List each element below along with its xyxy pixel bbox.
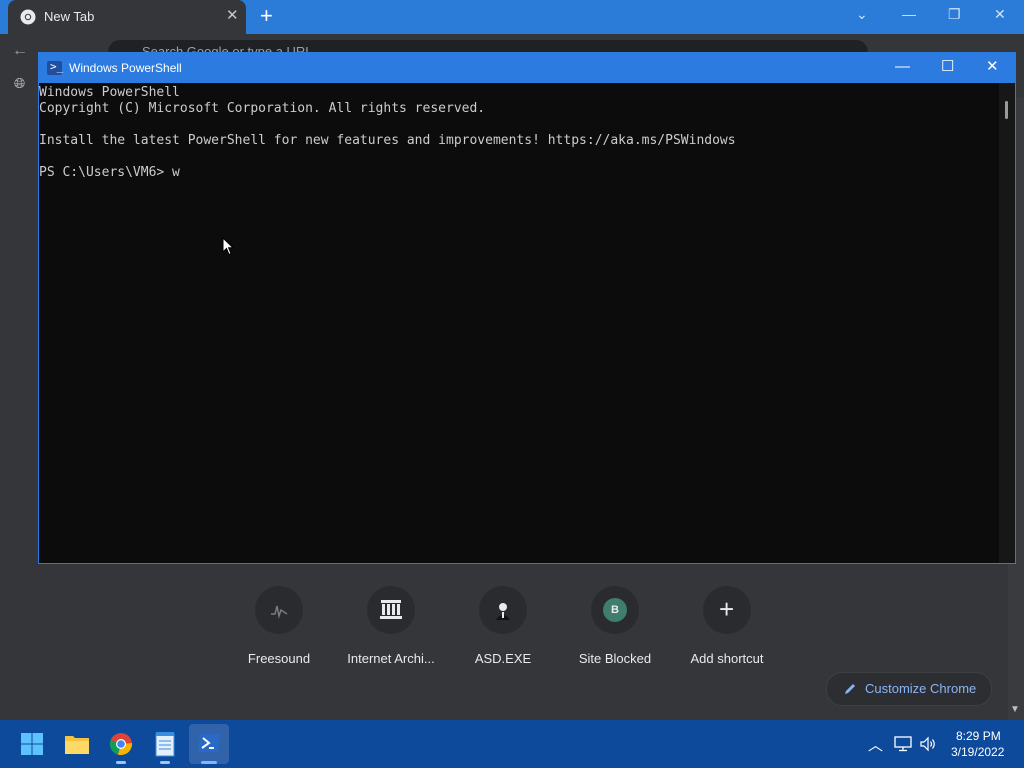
taskbar: ︿ [0,720,1024,768]
console-line: Install the latest PowerShell for new fe… [39,133,736,148]
new-tab-button[interactable]: + [260,4,273,28]
notepad-icon [155,732,175,757]
shortcut-label: Freesound [247,651,311,666]
pencil-icon [845,684,855,694]
shortcut-internet-archive[interactable]: Internet Archi... [336,586,446,676]
tray-overflow-chevron-icon[interactable]: ︿ [868,734,883,755]
powershell-minimize-button[interactable]: — [895,58,910,76]
powershell-icon: >_ [47,60,63,75]
start-button[interactable] [12,724,52,764]
chrome-close-button[interactable]: ✕ [994,6,1006,23]
shortcut-label: Site Blocked [578,651,652,666]
powershell-close-button[interactable]: ✕ [986,58,999,76]
running-indicator [160,761,170,764]
taskbar-powershell[interactable] [189,724,229,764]
customize-chrome-label: Customize Chrome [865,681,977,696]
powershell-scrollbar[interactable] [999,83,1015,563]
globe-icon[interactable]: 🌐︎ [14,75,25,92]
powershell-title: Windows PowerShell [69,61,182,75]
powershell-console[interactable]: Windows PowerShell Copyright (C) Microso… [39,83,999,563]
tab-search-icon[interactable]: ⌄ [856,6,868,23]
console-prompt-line[interactable]: PS C:\Users\VM6> w [39,165,180,180]
back-arrow-icon[interactable]: ← [12,42,28,60]
taskbar-notepad[interactable] [145,724,185,764]
shortcut-asd-exe[interactable]: ASD.EXE [448,586,558,676]
asd-exe-icon [479,586,527,634]
taskbar-chrome[interactable] [101,724,141,764]
letter-b-icon: B [591,586,639,634]
add-shortcut-glyph: + [719,594,735,624]
shortcut-label: Add shortcut [690,651,764,666]
powershell-maximize-button[interactable]: ☐ [941,58,954,76]
scroll-down-icon[interactable]: ▼ [1010,704,1020,715]
file-explorer-icon [65,736,89,754]
taskbar-file-explorer[interactable] [57,724,97,764]
clock-time[interactable]: 8:29 PM [956,729,1001,743]
shortcut-freesound[interactable]: Freesound [224,586,334,676]
volume-icon[interactable] [919,736,937,752]
chrome-icon [20,9,36,25]
freesound-icon [255,586,303,634]
shortcut-label: Internet Archi... [347,651,435,666]
shortcut-label: ASD.EXE [474,651,532,666]
console-line: Windows PowerShell [39,85,180,100]
tab-close-icon[interactable]: ✕ [226,7,239,25]
site-blocked-letter: B [603,598,627,622]
active-indicator [201,761,217,764]
running-indicator [116,761,126,764]
tab-new-tab[interactable]: New Tab ✕ [8,0,246,34]
chrome-restore-button[interactable]: ❐ [948,6,961,23]
tab-title: New Tab [44,9,95,24]
console-line: Copyright (C) Microsoft Corporation. All… [39,101,486,116]
scroll-thumb[interactable] [1005,101,1008,119]
network-icon[interactable] [894,736,912,752]
chrome-minimize-button[interactable]: — [902,6,916,22]
shortcut-add[interactable]: + Add shortcut [672,586,782,676]
powershell-title-bar[interactable]: >_ Windows PowerShell — ☐ ✕ [39,53,1015,83]
powershell-icon [198,734,220,752]
plus-icon: + [703,586,751,634]
internet-archive-icon [367,586,415,634]
start-icon [21,733,43,755]
customize-chrome-button[interactable]: Customize Chrome [826,672,992,706]
shortcut-site-blocked[interactable]: B Site Blocked [560,586,670,676]
chrome-icon [109,733,133,756]
powershell-window[interactable]: >_ Windows PowerShell — ☐ ✕ Windows Powe… [38,52,1016,564]
mouse-cursor-icon [222,237,234,256]
clock-date[interactable]: 3/19/2022 [951,745,1004,759]
